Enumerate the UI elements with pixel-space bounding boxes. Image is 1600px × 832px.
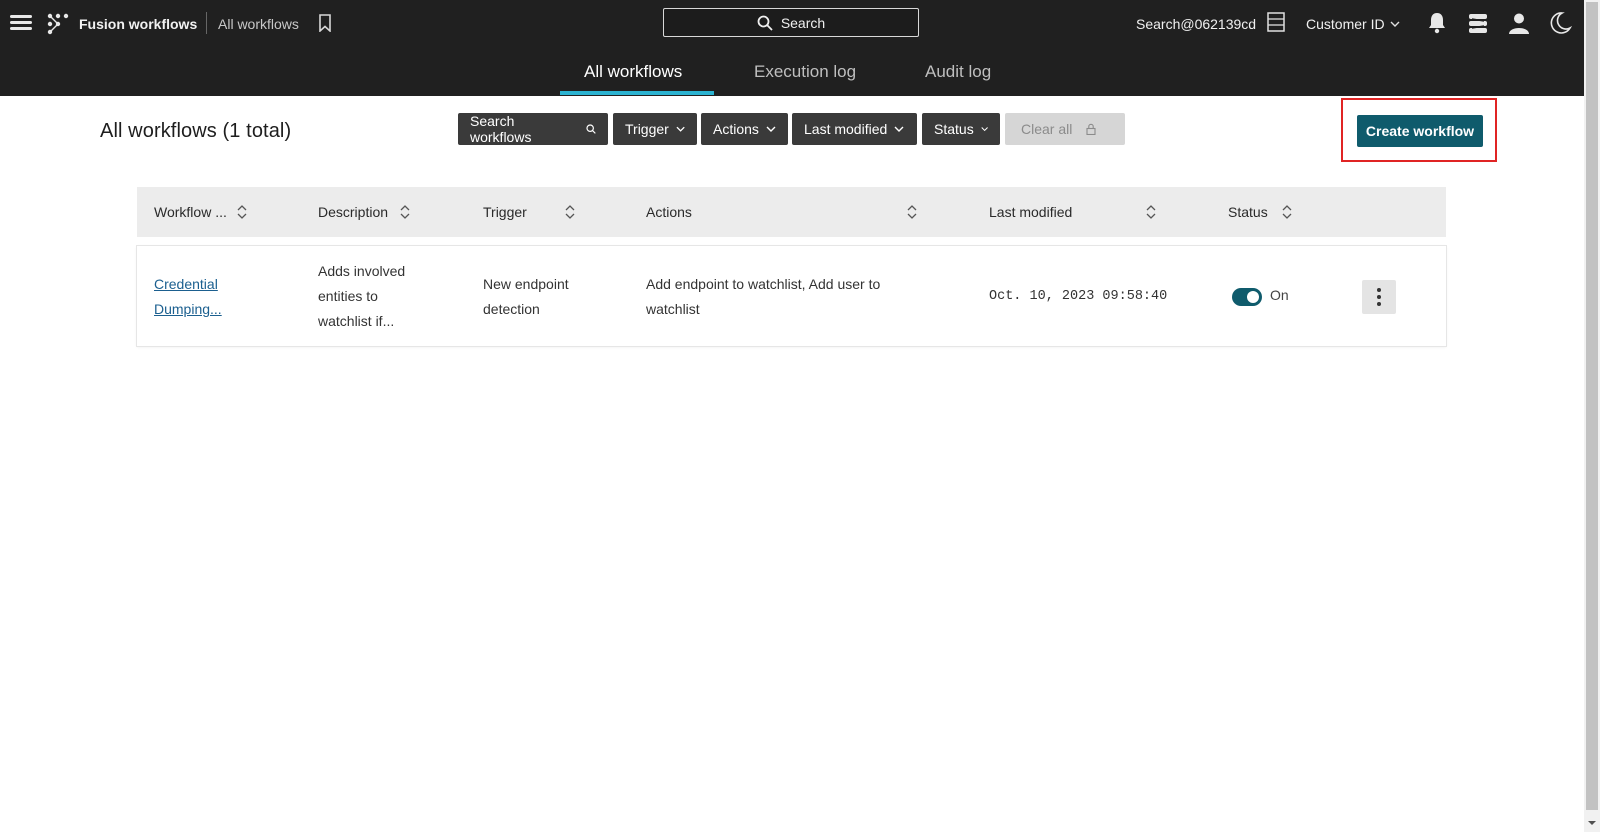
column-header-trigger[interactable]: Trigger bbox=[483, 204, 527, 220]
table-row: Credential Dumping... Adds involved enti… bbox=[137, 246, 1446, 346]
workflow-name-link[interactable]: Credential Dumping... bbox=[154, 272, 222, 322]
customer-id-label: Customer ID bbox=[1306, 16, 1385, 32]
hamburger-menu-icon[interactable] bbox=[10, 12, 32, 34]
notifications-bell-icon[interactable] bbox=[1425, 11, 1449, 35]
workflow-actions: Add endpoint to watchlist, Add user to w… bbox=[646, 272, 880, 322]
trigger-filter-label: Trigger bbox=[625, 121, 669, 137]
workflow-name-line[interactable]: Credential bbox=[154, 272, 222, 297]
chevron-down-icon bbox=[894, 126, 904, 132]
customer-id-dropdown[interactable]: Customer ID bbox=[1306, 16, 1400, 32]
user-account-name: Search@062139cd bbox=[1136, 16, 1257, 32]
sort-icon[interactable] bbox=[906, 203, 918, 221]
chevron-down-icon bbox=[676, 126, 685, 132]
description-line: entities to bbox=[318, 288, 378, 304]
search-workflows-label: Search workflows bbox=[470, 113, 532, 145]
column-header-workflow[interactable]: Workflow ... bbox=[154, 204, 227, 220]
create-workflow-button[interactable]: Create workflow bbox=[1357, 115, 1483, 147]
chevron-down-icon bbox=[981, 127, 988, 132]
status-filter-label: Status bbox=[934, 121, 974, 137]
sort-icon[interactable] bbox=[236, 203, 248, 221]
page-tabs: All workflows Execution log Audit log bbox=[0, 58, 1584, 96]
table-header: Workflow ... Description Trigger Actions… bbox=[137, 187, 1446, 237]
trigger-filter-dropdown[interactable]: Trigger bbox=[613, 113, 697, 145]
sort-icon[interactable] bbox=[564, 203, 576, 221]
global-search-button[interactable]: Search bbox=[663, 8, 919, 37]
tab-audit-log[interactable]: Audit log bbox=[925, 62, 991, 82]
breadcrumb-divider bbox=[206, 12, 207, 34]
chevron-down-icon bbox=[766, 126, 776, 132]
account-list-icon[interactable] bbox=[1267, 12, 1285, 32]
sort-icon[interactable] bbox=[1281, 203, 1293, 221]
page-title: All workflows (1 total) bbox=[100, 120, 292, 142]
top-navigation-bar: Fusion workflows All workflows Search Se… bbox=[0, 0, 1584, 96]
workflow-logo-icon bbox=[47, 13, 69, 35]
actions-filter-label: Actions bbox=[713, 121, 759, 137]
workflow-trigger: New endpoint detection bbox=[483, 272, 569, 322]
sort-icon[interactable] bbox=[399, 203, 411, 221]
trigger-line: detection bbox=[483, 301, 540, 317]
workflow-description: Adds involved entities to watchlist if..… bbox=[318, 259, 405, 334]
scrollbar-thumb[interactable] bbox=[1586, 2, 1598, 810]
tab-execution-log[interactable]: Execution log bbox=[754, 62, 856, 82]
description-line: Adds involved bbox=[318, 263, 406, 279]
status-toggle[interactable] bbox=[1232, 288, 1262, 306]
user-profile-icon[interactable] bbox=[1507, 11, 1531, 35]
actions-filter-dropdown[interactable]: Actions bbox=[701, 113, 788, 145]
last-modified-filter-dropdown[interactable]: Last modified bbox=[792, 113, 917, 145]
dark-mode-moon-icon[interactable] bbox=[1548, 11, 1572, 35]
clear-all-button[interactable]: Clear all bbox=[1005, 113, 1125, 145]
column-header-status[interactable]: Status bbox=[1228, 204, 1268, 220]
tab-all-workflows[interactable]: All workflows bbox=[584, 62, 682, 82]
search-icon bbox=[757, 15, 773, 31]
search-workflows-filter[interactable]: Search workflows bbox=[458, 113, 608, 145]
trigger-line: New endpoint bbox=[483, 276, 569, 292]
chevron-down-icon bbox=[1390, 21, 1400, 27]
row-actions-menu-button[interactable] bbox=[1362, 280, 1396, 314]
status-filter-dropdown[interactable]: Status bbox=[922, 113, 1000, 145]
app-name[interactable]: Fusion workflows bbox=[79, 16, 197, 32]
column-header-actions[interactable]: Actions bbox=[646, 204, 692, 220]
active-tab-indicator bbox=[560, 91, 714, 95]
lock-icon bbox=[1086, 123, 1096, 135]
global-search-label: Search bbox=[780, 14, 826, 31]
status-toggle-label: On bbox=[1270, 287, 1289, 303]
description-line: watchlist if... bbox=[318, 313, 395, 329]
column-header-last-modified[interactable]: Last modified bbox=[989, 204, 1072, 220]
clear-all-label: Clear all bbox=[1021, 121, 1073, 137]
workflow-last-modified: Oct. 10, 2023 09:58:40 bbox=[989, 289, 1168, 304]
column-header-description[interactable]: Description bbox=[318, 204, 388, 220]
actions-line: watchlist bbox=[646, 301, 700, 317]
breadcrumb-current-page: All workflows bbox=[218, 16, 299, 32]
sort-icon[interactable] bbox=[1145, 203, 1157, 221]
stacked-layers-icon[interactable] bbox=[1466, 11, 1490, 35]
workflow-name-line[interactable]: Dumping... bbox=[154, 297, 222, 322]
more-vertical-icon bbox=[1377, 288, 1381, 306]
bookmark-icon[interactable] bbox=[318, 14, 332, 32]
actions-line: Add endpoint to watchlist, Add user to bbox=[646, 276, 881, 292]
scroll-down-arrow-icon[interactable] bbox=[1586, 818, 1598, 828]
search-icon bbox=[586, 124, 596, 134]
last-modified-filter-label: Last modified bbox=[804, 121, 888, 137]
